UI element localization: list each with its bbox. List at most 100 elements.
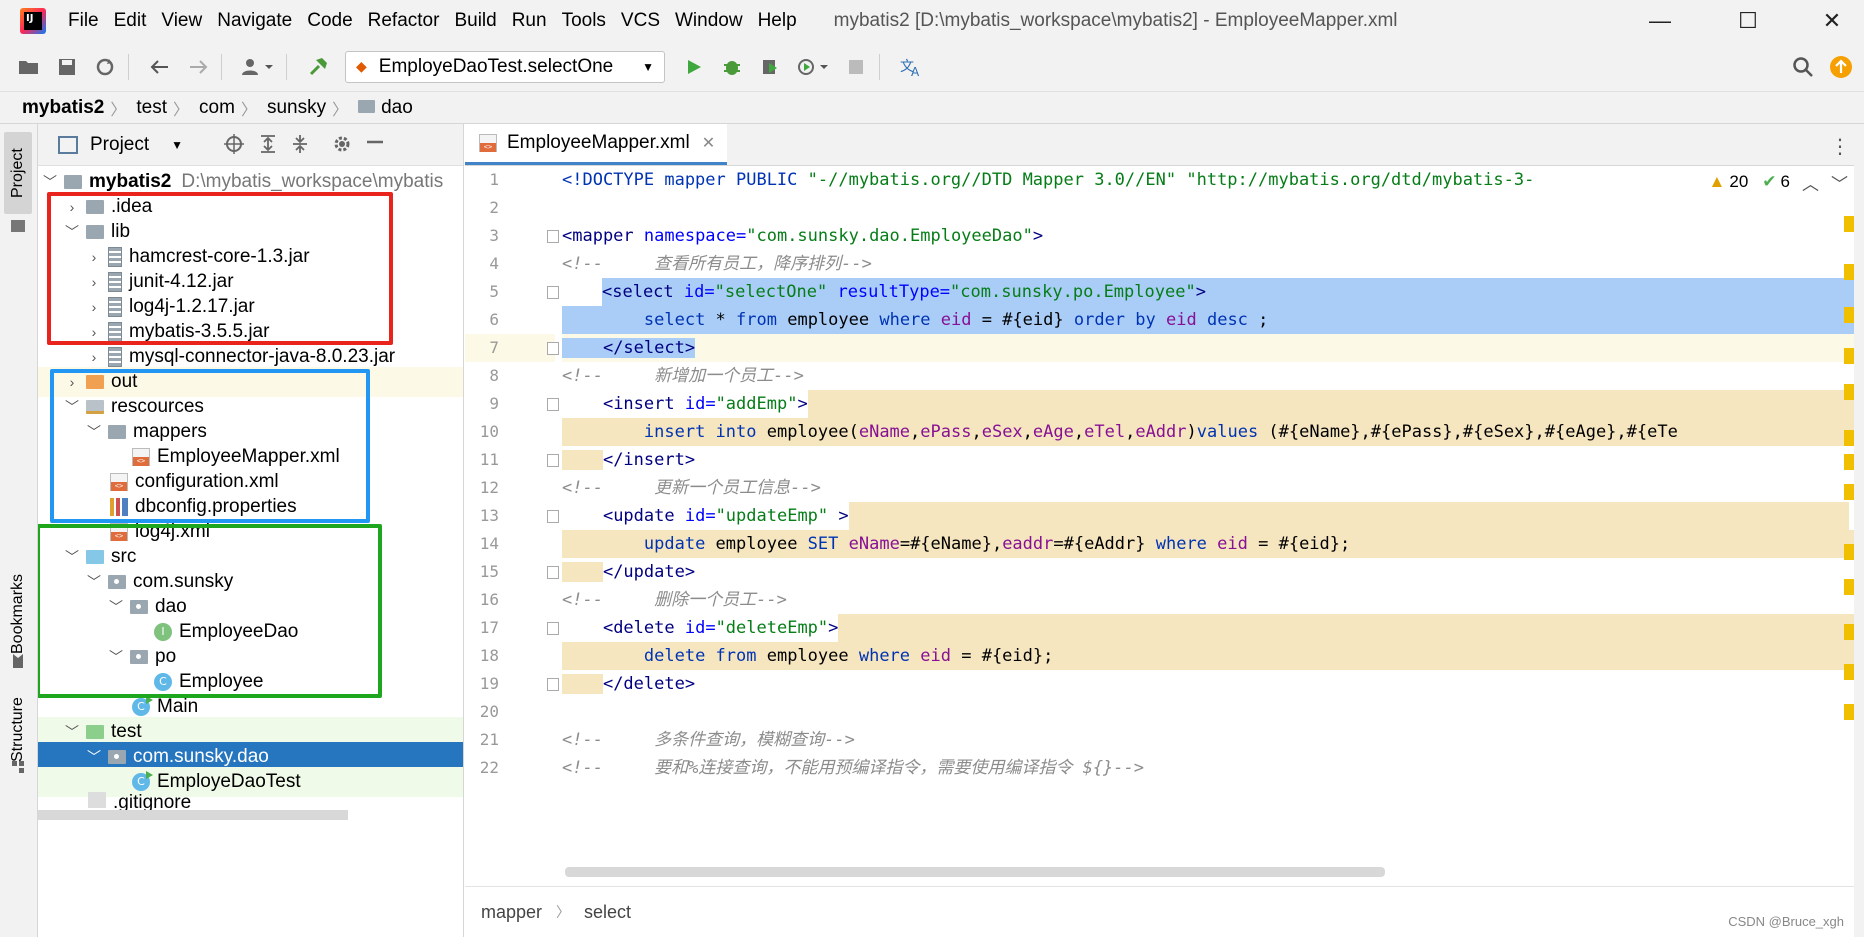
chevron-down-icon[interactable]: ﹀ — [84, 422, 104, 442]
error-stripe-mark[interactable] — [1844, 579, 1854, 595]
chevron-up-icon[interactable]: ︿ — [1802, 170, 1819, 195]
error-stripe-mark[interactable] — [1844, 384, 1854, 400]
profile-icon[interactable] — [793, 52, 833, 82]
chevron-down-icon[interactable]: ﹀ — [40, 172, 60, 192]
close-window-button[interactable]: ✕ — [1812, 6, 1852, 36]
chevron-down-icon[interactable]: ﹀ — [62, 547, 82, 567]
chevron-right-icon[interactable]: › — [62, 199, 82, 215]
chevron-down-icon[interactable]: ﹀ — [1831, 170, 1848, 195]
breadcrumb-item[interactable]: sunsky — [267, 97, 326, 119]
error-stripe-mark[interactable] — [1844, 664, 1854, 680]
chevron-down-icon[interactable]: ﹀ — [84, 572, 104, 592]
error-stripe-mark[interactable] — [1844, 454, 1854, 470]
collapse-all-icon[interactable] — [290, 134, 310, 160]
save-icon[interactable] — [52, 52, 82, 82]
expand-all-icon[interactable] — [258, 134, 278, 160]
chevron-right-icon[interactable]: › — [84, 299, 104, 315]
chevron-right-icon[interactable]: › — [62, 374, 82, 390]
fold-marker[interactable] — [547, 678, 559, 691]
search-icon[interactable] — [1788, 52, 1818, 82]
chevron-down-icon[interactable]: ﹀ — [62, 222, 82, 242]
chevron-down-icon[interactable]: ▼ — [171, 138, 183, 152]
project-panel-title[interactable]: Project — [90, 134, 149, 156]
error-stripe-mark[interactable] — [1844, 624, 1854, 640]
menu-code[interactable]: Code — [307, 10, 352, 32]
fold-marker[interactable] — [547, 230, 559, 243]
chevron-down-icon[interactable]: ﹀ — [62, 722, 82, 742]
forward-arrow-icon[interactable] — [183, 52, 213, 82]
error-stripe-mark[interactable] — [1844, 216, 1854, 232]
xml-file-icon — [110, 523, 128, 541]
vcs-user-icon[interactable] — [238, 52, 278, 82]
error-stripe-mark[interactable] — [1844, 484, 1854, 500]
editor-tab-active[interactable]: EmployeeMapper.xml ✕ — [465, 124, 728, 165]
editor-breadcrumb-item[interactable]: select — [584, 902, 631, 923]
hide-panel-icon[interactable] — [366, 132, 384, 158]
breadcrumb-item[interactable]: com — [199, 97, 235, 119]
menu-tools[interactable]: Tools — [562, 10, 606, 32]
code-editor[interactable]: <!DOCTYPE mapper PUBLIC "-//mybatis.org/… — [562, 166, 1854, 886]
error-stripe-mark[interactable] — [1844, 544, 1854, 560]
error-stripe-mark[interactable] — [1844, 348, 1854, 364]
error-stripe-mark[interactable] — [1844, 307, 1854, 323]
locate-target-icon[interactable] — [224, 134, 244, 160]
run-icon[interactable] — [679, 52, 709, 82]
menu-refactor[interactable]: Refactor — [368, 10, 440, 32]
fold-marker[interactable] — [547, 566, 559, 579]
translate-icon[interactable]: 文A — [896, 52, 926, 82]
editor-tab-bar: EmployeeMapper.xml ✕ ⋮ — [465, 124, 1854, 166]
run-configuration-selector[interactable]: ◆ EmployeDaoTest.selectOne ▼ — [345, 50, 665, 83]
stop-icon[interactable] — [841, 52, 871, 82]
more-vertical-icon[interactable]: ⋮ — [1830, 134, 1850, 159]
tool-window-bookmarks-tab[interactable]: Bookmarks — [4, 564, 32, 664]
editor-horizontal-scrollbar[interactable] — [565, 867, 1385, 877]
menu-build[interactable]: Build — [454, 10, 496, 32]
error-stripe-mark[interactable] — [1844, 264, 1854, 280]
chevron-down-icon[interactable]: ﹀ — [106, 597, 126, 617]
inspection-widget[interactable]: ▲ 20 ✔ 6 ︿ ﹀ — [1702, 168, 1854, 196]
build-hammer-icon[interactable] — [303, 52, 333, 82]
chevron-right-icon[interactable]: › — [84, 324, 104, 340]
gear-icon[interactable] — [332, 134, 352, 160]
menu-file[interactable]: File — [68, 10, 99, 32]
horizontal-scrollbar[interactable] — [38, 810, 348, 820]
chevron-right-icon[interactable]: › — [84, 249, 104, 265]
menu-navigate[interactable]: Navigate — [217, 10, 292, 32]
debug-icon[interactable] — [717, 52, 747, 82]
menu-help[interactable]: Help — [758, 10, 797, 32]
fold-marker[interactable] — [547, 342, 559, 355]
chevron-down-icon[interactable]: ﹀ — [62, 397, 82, 417]
fold-marker[interactable] — [547, 622, 559, 635]
minimize-button[interactable]: — — [1640, 6, 1680, 36]
tool-window-project-tab[interactable]: Project — [4, 132, 32, 214]
menu-view[interactable]: View — [161, 10, 202, 32]
breadcrumb-item[interactable]: test — [136, 97, 167, 119]
menu-window[interactable]: Window — [675, 10, 743, 32]
breadcrumb-item[interactable]: mybatis2 — [22, 97, 104, 119]
code-line: <!-- 多条件查询，模糊查询--> — [562, 730, 855, 750]
fold-marker[interactable] — [547, 454, 559, 467]
sync-icon[interactable] — [90, 52, 120, 82]
chevron-right-icon[interactable]: › — [84, 274, 104, 290]
menu-run[interactable]: Run — [512, 10, 547, 32]
fold-marker[interactable] — [547, 286, 559, 299]
chevron-down-icon[interactable]: ﹀ — [84, 747, 104, 767]
close-icon[interactable]: ✕ — [702, 133, 715, 153]
menu-vcs[interactable]: VCS — [621, 10, 660, 32]
editor-breadcrumb-item[interactable]: mapper — [481, 902, 542, 923]
project-folder-icon — [64, 175, 82, 189]
fold-marker[interactable] — [547, 398, 559, 411]
maximize-button[interactable]: ☐ — [1728, 6, 1768, 36]
back-arrow-icon[interactable] — [145, 52, 175, 82]
tree-item-file[interactable]: .gitignore — [38, 792, 463, 810]
open-folder-icon[interactable] — [14, 52, 44, 82]
update-icon[interactable] — [1826, 52, 1856, 82]
menu-edit[interactable]: Edit — [114, 10, 147, 32]
breadcrumb-item[interactable]: dao — [381, 97, 413, 119]
chevron-down-icon[interactable]: ﹀ — [106, 647, 126, 667]
coverage-icon[interactable] — [755, 52, 785, 82]
chevron-right-icon[interactable]: › — [84, 349, 104, 365]
error-stripe-mark[interactable] — [1844, 704, 1854, 720]
fold-marker[interactable] — [547, 510, 559, 523]
error-stripe-mark[interactable] — [1844, 430, 1854, 446]
